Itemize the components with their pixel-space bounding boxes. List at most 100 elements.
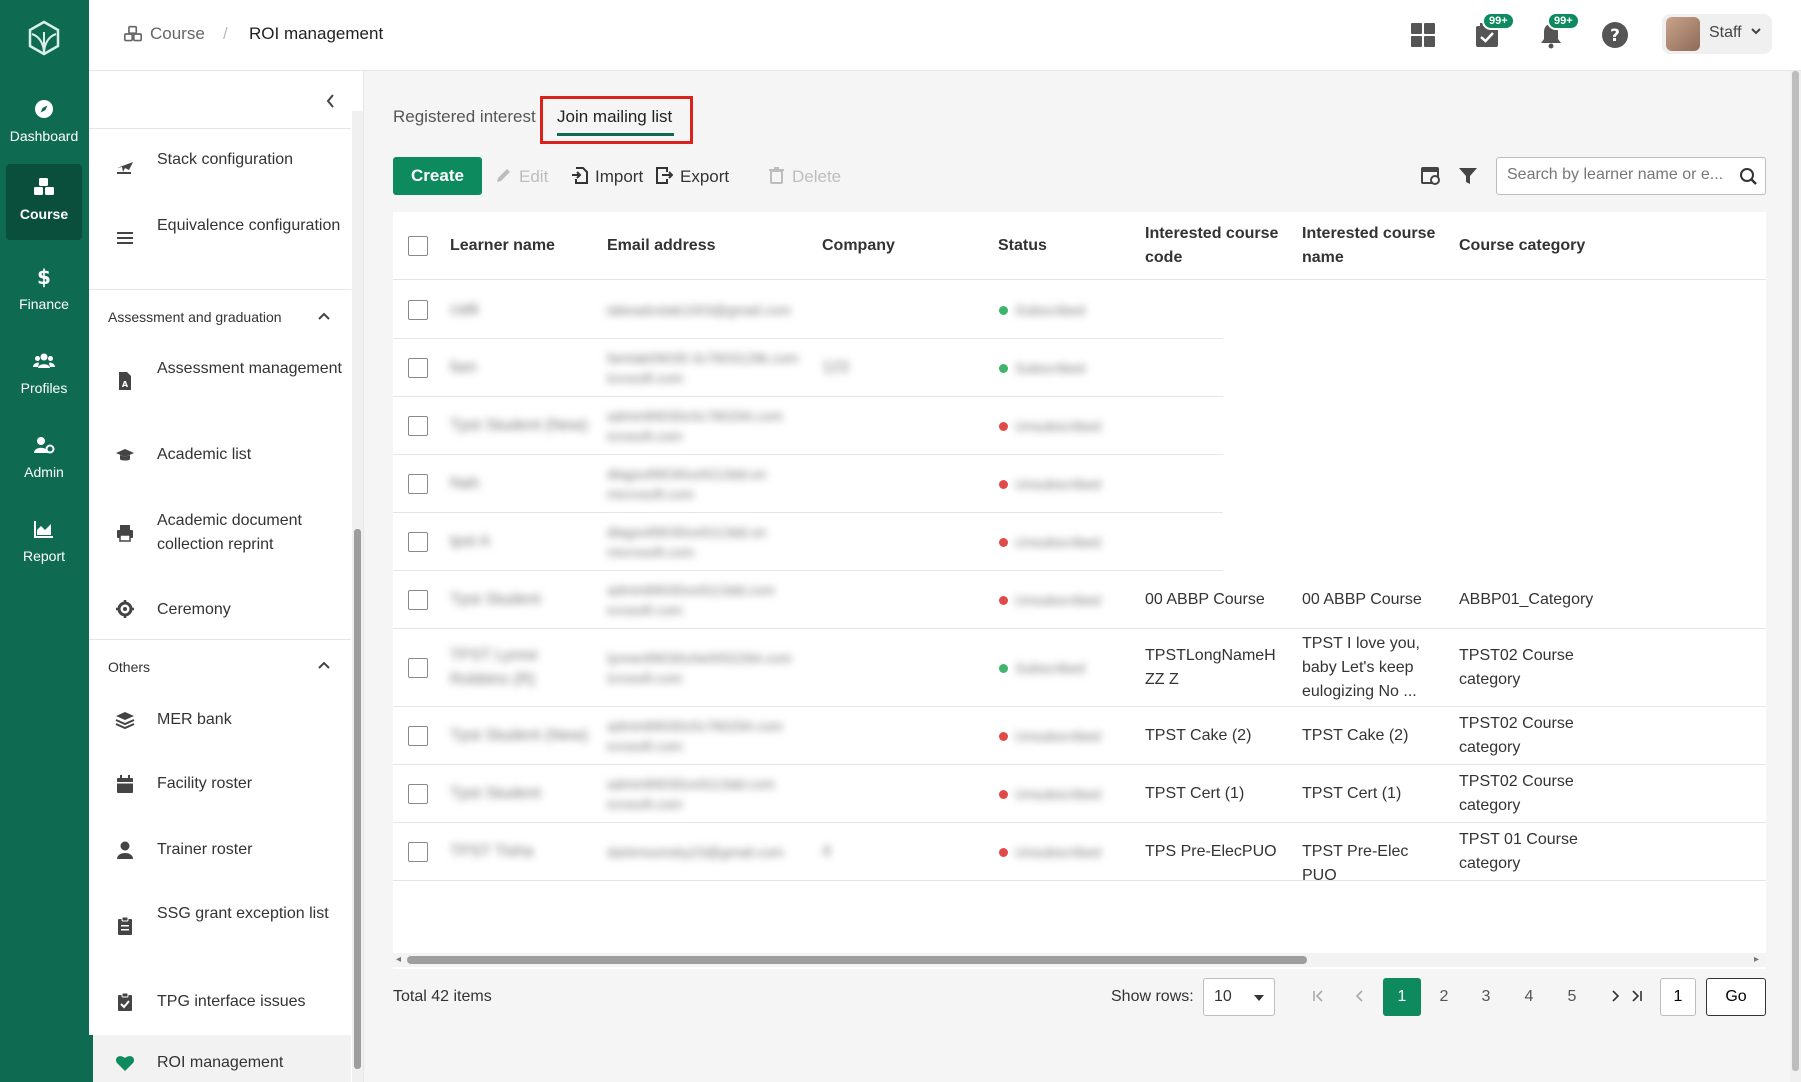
table-row[interactable]: Tpst Student admin89030ce9113dd.com icros… (393, 571, 1766, 629)
prev-page-button[interactable] (1341, 978, 1379, 1016)
row-checkbox[interactable] (408, 842, 428, 862)
page-4-button[interactable]: 4 (1510, 978, 1548, 1016)
chevron-up-icon[interactable] (317, 310, 331, 324)
area-chart-icon (6, 518, 82, 548)
sidebar-item-roi-management[interactable]: ROI management (89, 1035, 351, 1082)
edit-button[interactable]: Edit (495, 167, 548, 187)
sidebar-item-tpg-interface-issues[interactable]: TPG interface issues (89, 969, 351, 1035)
breadcrumb-course[interactable]: Course (150, 24, 205, 44)
header-email-address[interactable]: Email address (607, 234, 716, 258)
page-3-button[interactable]: 3 (1467, 978, 1505, 1016)
sidebar-item-label: MER bank (157, 711, 232, 728)
header-course-category[interactable]: Course category (1459, 234, 1585, 258)
go-button[interactable]: Go (1706, 978, 1766, 1016)
rail-item-report[interactable]: Report (6, 506, 82, 582)
tasks-badge: 99+ (1482, 12, 1515, 30)
header-company[interactable]: Company (822, 234, 895, 258)
scroll-left-arrow-icon[interactable]: ◂ (396, 954, 401, 965)
table-row[interactable]: Tpst Student admin89030ce9113dd.com icros… (393, 765, 1766, 823)
row-checkbox[interactable] (408, 532, 428, 552)
column-settings-icon[interactable] (1420, 165, 1442, 187)
chevron-up-icon[interactable] (317, 659, 331, 673)
table-row[interactable]: tpst A dlagsx89030ce9113dd.on microsoft.c… (393, 513, 1766, 571)
user-menu[interactable]: Staff (1662, 14, 1772, 54)
scroll-right-arrow-icon[interactable]: ▸ (1754, 954, 1759, 965)
main-scrollbar-thumb[interactable] (1792, 71, 1799, 1071)
table-row[interactable]: TPST Tisha darkmoonsky23@gmail.com 4 Unsubs… (393, 823, 1766, 884)
help-icon[interactable]: ? (1600, 20, 1630, 50)
filter-icon[interactable] (1457, 165, 1479, 187)
horizontal-scrollbar-thumb[interactable] (407, 956, 1307, 964)
sidebar-scrollbar[interactable] (352, 111, 363, 1082)
search-icon[interactable] (1739, 167, 1758, 186)
import-button[interactable]: Import (571, 167, 643, 187)
status-dot (999, 538, 1008, 547)
status-dot (999, 732, 1008, 741)
sidebar-item-trainer-roster[interactable]: Trainer roster (89, 817, 351, 883)
sidebar-item-ssg-grant-exception-list[interactable]: SSG grant exception list (89, 883, 351, 969)
sidebar-scrollbar-thumb[interactable] (354, 529, 361, 1069)
rail-item-course[interactable]: Course (6, 164, 82, 240)
cell-status: Unsubscribed (1015, 534, 1101, 550)
sidebar-item-mer-bank[interactable]: MER bank (89, 689, 351, 751)
status-dot (999, 422, 1008, 431)
rail-item-profiles[interactable]: Profiles (6, 338, 82, 414)
page-2-button[interactable]: 2 (1425, 978, 1463, 1016)
sidebar-item-assessment-management[interactable]: A Assessment management (89, 339, 351, 423)
row-checkbox[interactable] (408, 416, 428, 436)
row-checkbox[interactable] (408, 726, 428, 746)
table-row[interactable]: TPST Lynne Robbins (R) lynner89030c0e0052… (393, 629, 1766, 707)
last-page-button[interactable] (1618, 978, 1656, 1016)
sidebar-item-facility-roster[interactable]: Facility roster (89, 751, 351, 817)
app-logo-icon[interactable] (24, 18, 64, 58)
horizontal-scrollbar[interactable]: ◂ ▸ (393, 953, 1766, 967)
cell-learner-name: TPST Tisha (450, 843, 534, 860)
create-button[interactable]: Create (393, 157, 482, 195)
select-all-checkbox[interactable] (408, 236, 428, 256)
rail-item-finance[interactable]: $ Finance (6, 254, 82, 330)
tab-registered-interest[interactable]: Registered interest (393, 107, 536, 127)
cell-course-name: TPST Cake (2) (1302, 727, 1409, 744)
header-learner-name[interactable]: Learner name (450, 234, 555, 258)
row-checkbox[interactable] (408, 474, 428, 494)
page-5-button[interactable]: 5 (1553, 978, 1591, 1016)
sidebar-item-academic-document-collection-reprint[interactable]: Academic document collection reprint (89, 487, 351, 579)
sidebar-item-label: ROI management (157, 1054, 284, 1071)
rail-item-dashboard[interactable]: Dashboard (6, 86, 82, 162)
row-checkbox[interactable] (408, 590, 428, 610)
table-row[interactable]: Tpst Student (New) admin89030c0c780294.co… (393, 397, 1766, 455)
main-scrollbar[interactable] (1790, 71, 1801, 1082)
row-checkbox[interactable] (408, 658, 428, 678)
search-input[interactable] (1507, 166, 1727, 184)
table-row[interactable]: fam famlab09035 0c7803129k.com tcrosoft.c… (393, 339, 1766, 397)
goto-page-input[interactable] (1660, 978, 1696, 1016)
delete-button[interactable]: Delete (768, 167, 841, 187)
header-status[interactable]: Status (998, 234, 1047, 258)
export-button[interactable]: Export (656, 167, 729, 187)
sidebar-item-academic-list[interactable]: Academic list (89, 423, 351, 487)
first-page-button[interactable] (1299, 978, 1337, 1016)
sidebar-item-ceremony[interactable]: Ceremony (89, 579, 351, 641)
row-checkbox[interactable] (408, 300, 428, 320)
header-interested-course-name[interactable]: Interested course name (1302, 222, 1442, 270)
plane-icon (117, 162, 133, 174)
sidebar-item-label: Assessment management (157, 360, 342, 377)
rows-per-page-select[interactable]: 10 (1203, 978, 1275, 1016)
chevron-left-icon[interactable] (321, 91, 341, 111)
sidebar-item-stack-configuration[interactable]: Stack configuration (89, 135, 351, 197)
header-interested-course-code[interactable]: Interested course code (1145, 222, 1285, 270)
row-checkbox[interactable] (408, 358, 428, 378)
page-1-button[interactable]: 1 (1383, 978, 1421, 1016)
cell-course-name: TPST I love you, baby Let's keep eulogiz… (1302, 635, 1420, 700)
search-box[interactable] (1496, 157, 1766, 195)
apps-grid-icon[interactable] (1408, 20, 1438, 50)
table-row[interactable]: Nah dlagsx89030ce9113dd.on microsoft.com U… (393, 455, 1766, 513)
table-row[interactable]: catk takeadvstak1003@gmail.com Subscribed (393, 281, 1766, 339)
list-icon (117, 232, 133, 244)
table-row[interactable]: Tpst Student (New) admin89030c0c780294.co… (393, 707, 1766, 765)
cell-course-code: 00 ABBP Course (1145, 591, 1265, 608)
rail-item-admin[interactable]: Admin (6, 422, 82, 498)
cell-course-category: TPST02 Course category (1459, 715, 1574, 756)
sidebar-item-equivalence-configuration[interactable]: Equivalence configuration (89, 197, 351, 281)
row-checkbox[interactable] (408, 784, 428, 804)
